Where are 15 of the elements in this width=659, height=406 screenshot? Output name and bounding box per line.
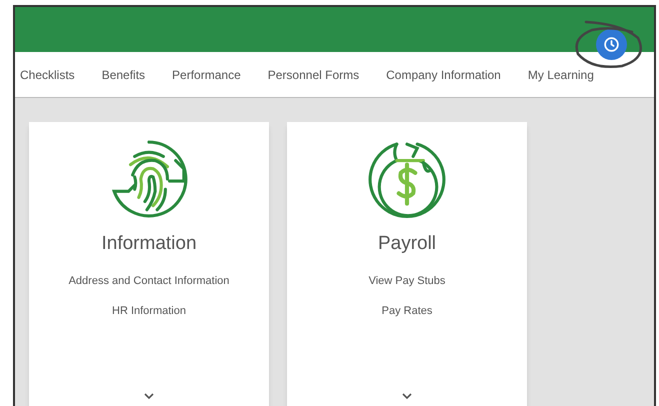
chevron-down-icon[interactable] (143, 392, 155, 400)
nav-link[interactable]: My Learning (528, 66, 594, 84)
card-link[interactable]: HR Information (112, 303, 186, 320)
nav-link[interactable]: Company Information (386, 66, 501, 84)
clock-icon (603, 36, 620, 53)
card-link[interactable]: Address and Contact Information (68, 272, 230, 289)
nav-link[interactable]: Checklists (20, 66, 75, 84)
chevron-down-icon[interactable] (401, 392, 413, 400)
nav-link[interactable]: Personnel Forms (268, 66, 360, 84)
nav-link[interactable]: Benefits (102, 66, 146, 84)
card-link[interactable]: View Pay Stubs (368, 272, 446, 289)
card-title: Payroll (378, 232, 436, 256)
card-title: Information (101, 232, 197, 256)
card-link[interactable]: Pay Rates (382, 303, 432, 320)
nav-link[interactable]: Performance (172, 66, 241, 84)
